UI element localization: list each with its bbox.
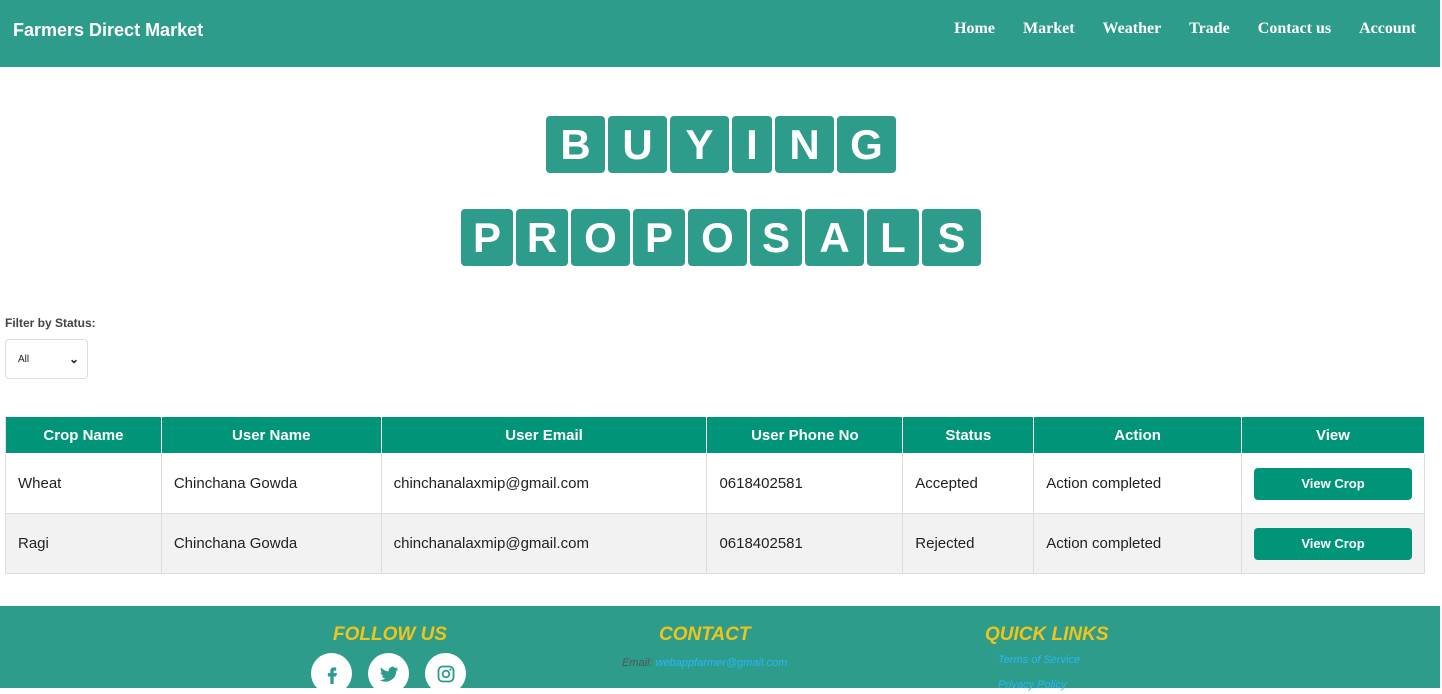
nav-market[interactable]: Market [1023,20,1075,38]
cell-phone: 0618402581 [706,453,904,514]
cell-user: Chinchana Gowda [160,453,382,514]
chevron-down-icon: ⌄ [68,352,79,366]
title-tile: Y [670,116,729,173]
title-tile: U [608,116,667,173]
email-link[interactable]: webappfarmer@gmail.com [656,657,788,669]
email-label: Email: [622,657,653,669]
cell-action: Action completed [1033,453,1242,514]
cell-crop: Ragi [5,513,162,574]
title-tile: R [516,209,568,266]
title-tile: G [837,116,896,173]
quick-links-heading: QUICK LINKS [985,624,1109,645]
terms-link[interactable]: Terms of Service [998,654,1080,666]
navbar: Farmers Direct Market Home Market Weathe… [0,0,1440,67]
table-header-row: Crop Name User Name User Email User Phon… [5,416,1426,454]
title-tile: I [732,116,772,173]
table-row: Ragi Chinchana Gowda chinchanalaxmip@gma… [5,513,1426,574]
col-view: View [1240,416,1426,454]
col-phone: User Phone No [706,416,904,454]
cell-view: View Crop [1240,513,1426,574]
nav-contact[interactable]: Contact us [1258,20,1331,38]
filter-selected-value: All [18,353,30,365]
col-crop-name: Crop Name [5,416,162,454]
cell-email: chinchanalaxmip@gmail.com [380,513,708,574]
brand-title[interactable]: Farmers Direct Market [13,20,203,41]
footer: FOLLOW US CONTACT QUICK LINKS Email: web… [0,606,1440,694]
title-tile: O [688,209,747,266]
cell-status: Rejected [902,513,1035,574]
title-tile: P [461,209,513,266]
contact-email: Email: webappfarmer@gmail.com [622,657,787,669]
col-action: Action [1033,416,1242,454]
filter-label: Filter by Status: [5,316,96,330]
cell-user: Chinchana Gowda [160,513,382,574]
nav-weather[interactable]: Weather [1103,20,1162,38]
view-crop-button[interactable]: View Crop [1253,527,1412,560]
cell-view: View Crop [1240,453,1426,514]
nav-trade[interactable]: Trade [1189,20,1230,38]
nav-menu: Home Market Weather Trade Contact us Acc… [954,20,1416,38]
nav-account[interactable]: Account [1359,20,1416,38]
cell-action: Action completed [1033,513,1242,574]
cell-status: Accepted [902,453,1035,514]
page-title-line2: P R O P O S A L S [0,209,1442,266]
title-tile: B [546,116,605,173]
cell-email: chinchanalaxmip@gmail.com [380,453,708,514]
col-status: Status [902,416,1035,454]
page-title-line1: B U Y I N G [0,116,1442,173]
nav-home[interactable]: Home [954,20,995,38]
title-tile: L [867,209,919,266]
status-filter-select[interactable]: All ⌄ [5,339,88,379]
title-tile: S [922,209,981,266]
title-tile: S [750,209,802,266]
col-user-email: User Email [380,416,708,454]
cell-phone: 0618402581 [706,513,904,574]
cell-crop: Wheat [5,453,162,514]
table-row: Wheat Chinchana Gowda chinchanalaxmip@gm… [5,453,1426,514]
view-crop-button[interactable]: View Crop [1253,467,1412,500]
col-user-name: User Name [160,416,382,454]
privacy-link[interactable]: Privacy Policy [998,679,1066,691]
title-tile: P [633,209,685,266]
title-tile: N [775,116,834,173]
title-tile: A [805,209,864,266]
proposals-table: Crop Name User Name User Email User Phon… [5,416,1426,574]
follow-us-heading: FOLLOW US [333,624,447,645]
contact-heading: CONTACT [659,624,751,645]
title-tile: O [571,209,630,266]
